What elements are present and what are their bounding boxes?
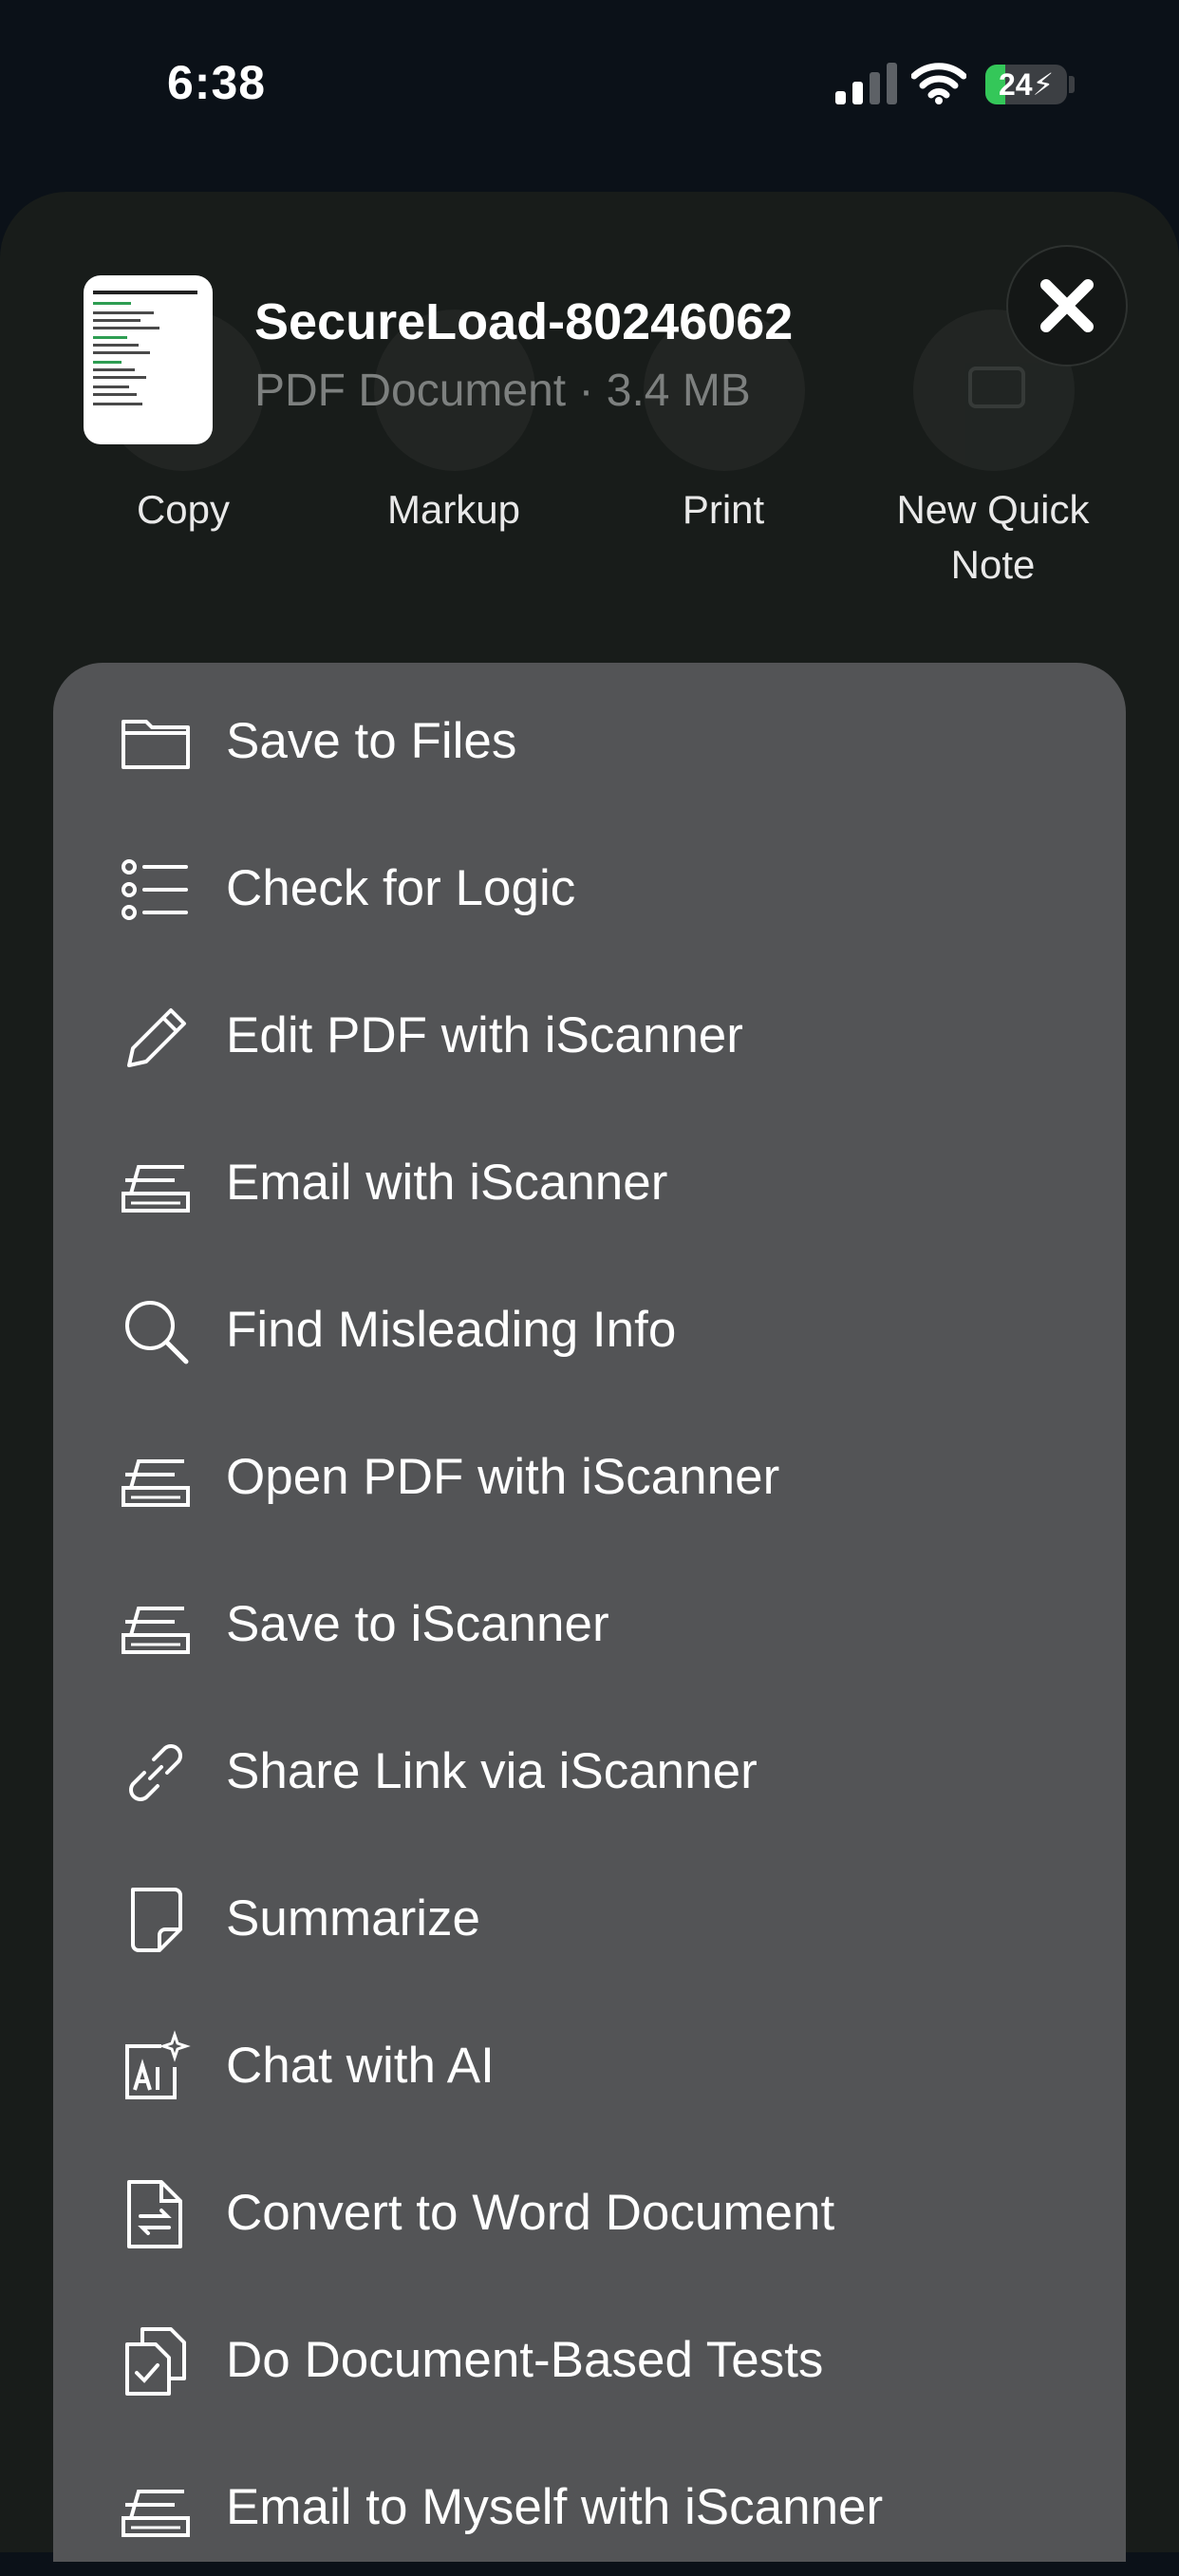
pencil-icon xyxy=(127,1008,186,1067)
cellular-signal-icon xyxy=(835,63,897,104)
action-markup[interactable]: Markup xyxy=(321,482,587,537)
menu-item-find-misleading-info[interactable]: Find Misleading Info xyxy=(53,1251,1126,1399)
menu-item-label: Check for Logic xyxy=(226,860,576,916)
action-new-quick-note[interactable]: New Quick Note xyxy=(860,482,1126,592)
list-icon xyxy=(122,859,188,920)
action-print[interactable]: Print xyxy=(590,482,856,537)
status-time: 6:38 xyxy=(167,56,267,109)
battery-indicator: 24⚡ xyxy=(985,65,1067,104)
menu-item-label: Email to Myself with iScanner xyxy=(226,2479,884,2535)
menu-item-label: Open PDF with iScanner xyxy=(226,1449,780,1505)
menu-item-label: Email with iScanner xyxy=(226,1155,668,1211)
menu-item-label: Convert to Word Document xyxy=(226,2185,835,2241)
note-icon xyxy=(131,1888,182,1952)
menu-item-share-link[interactable]: Share Link via iScanner xyxy=(53,1693,1126,1840)
menu-item-label: Save to Files xyxy=(226,713,517,769)
document-thumbnail xyxy=(84,275,213,444)
file-name: SecureLoad-80246062 xyxy=(254,293,794,350)
menu-item-label: Edit PDF with iScanner xyxy=(226,1007,743,1063)
link-icon xyxy=(129,1744,182,1801)
convert-document-icon xyxy=(127,2180,182,2248)
search-icon xyxy=(125,1301,189,1364)
scanner-icon xyxy=(122,2490,190,2537)
action-copy[interactable]: Copy xyxy=(50,482,316,537)
scanner-icon xyxy=(122,1165,190,1213)
scanner-icon xyxy=(122,1607,190,1654)
status-bar: 6:38 24⚡ xyxy=(0,0,1179,171)
close-icon xyxy=(1040,279,1094,332)
battery-percent: 24⚡ xyxy=(998,67,1055,102)
folder-icon xyxy=(122,720,190,769)
menu-item-label: Summarize xyxy=(226,1890,481,1946)
menu-item-label: Find Misleading Info xyxy=(226,1302,677,1358)
menu-item-summarize[interactable]: Summarize xyxy=(53,1840,1126,1987)
menu-item-convert-to-word[interactable]: Convert to Word Document xyxy=(53,2134,1126,2282)
menu-item-check-for-logic[interactable]: Check for Logic xyxy=(53,810,1126,957)
menu-item-open-pdf-with-iscanner[interactable]: Open PDF with iScanner xyxy=(53,1399,1126,1546)
menu-item-chat-with-ai[interactable]: Chat with AI xyxy=(53,1987,1126,2134)
menu-item-label: Do Document-Based Tests xyxy=(226,2332,824,2388)
menu-item-save-to-files[interactable]: Save to Files xyxy=(53,663,1126,810)
battery-nub xyxy=(1069,76,1075,93)
file-meta: PDF Document · 3.4 MB xyxy=(254,366,751,416)
ai-icon xyxy=(125,2030,191,2099)
menu-item-edit-pdf[interactable]: Edit PDF with iScanner xyxy=(53,957,1126,1104)
document-check-icon xyxy=(125,2327,186,2396)
scanner-icon xyxy=(122,1459,190,1507)
menu-item-email-to-myself[interactable]: Email to Myself with iScanner xyxy=(53,2429,1126,2576)
close-button[interactable] xyxy=(1006,245,1128,367)
menu-item-save-to-iscanner[interactable]: Save to iScanner xyxy=(53,1546,1126,1693)
wifi-icon xyxy=(911,63,966,104)
menu-item-label: Share Link via iScanner xyxy=(226,1743,758,1799)
menu-item-document-tests[interactable]: Do Document-Based Tests xyxy=(53,2282,1126,2429)
menu-item-label: Save to iScanner xyxy=(226,1596,609,1652)
menu-item-label: Chat with AI xyxy=(226,2038,495,2094)
action-list: Save to Files Check for Logic Edit PDF w… xyxy=(53,663,1126,2562)
menu-item-email-with-iscanner[interactable]: Email with iScanner xyxy=(53,1104,1126,1251)
